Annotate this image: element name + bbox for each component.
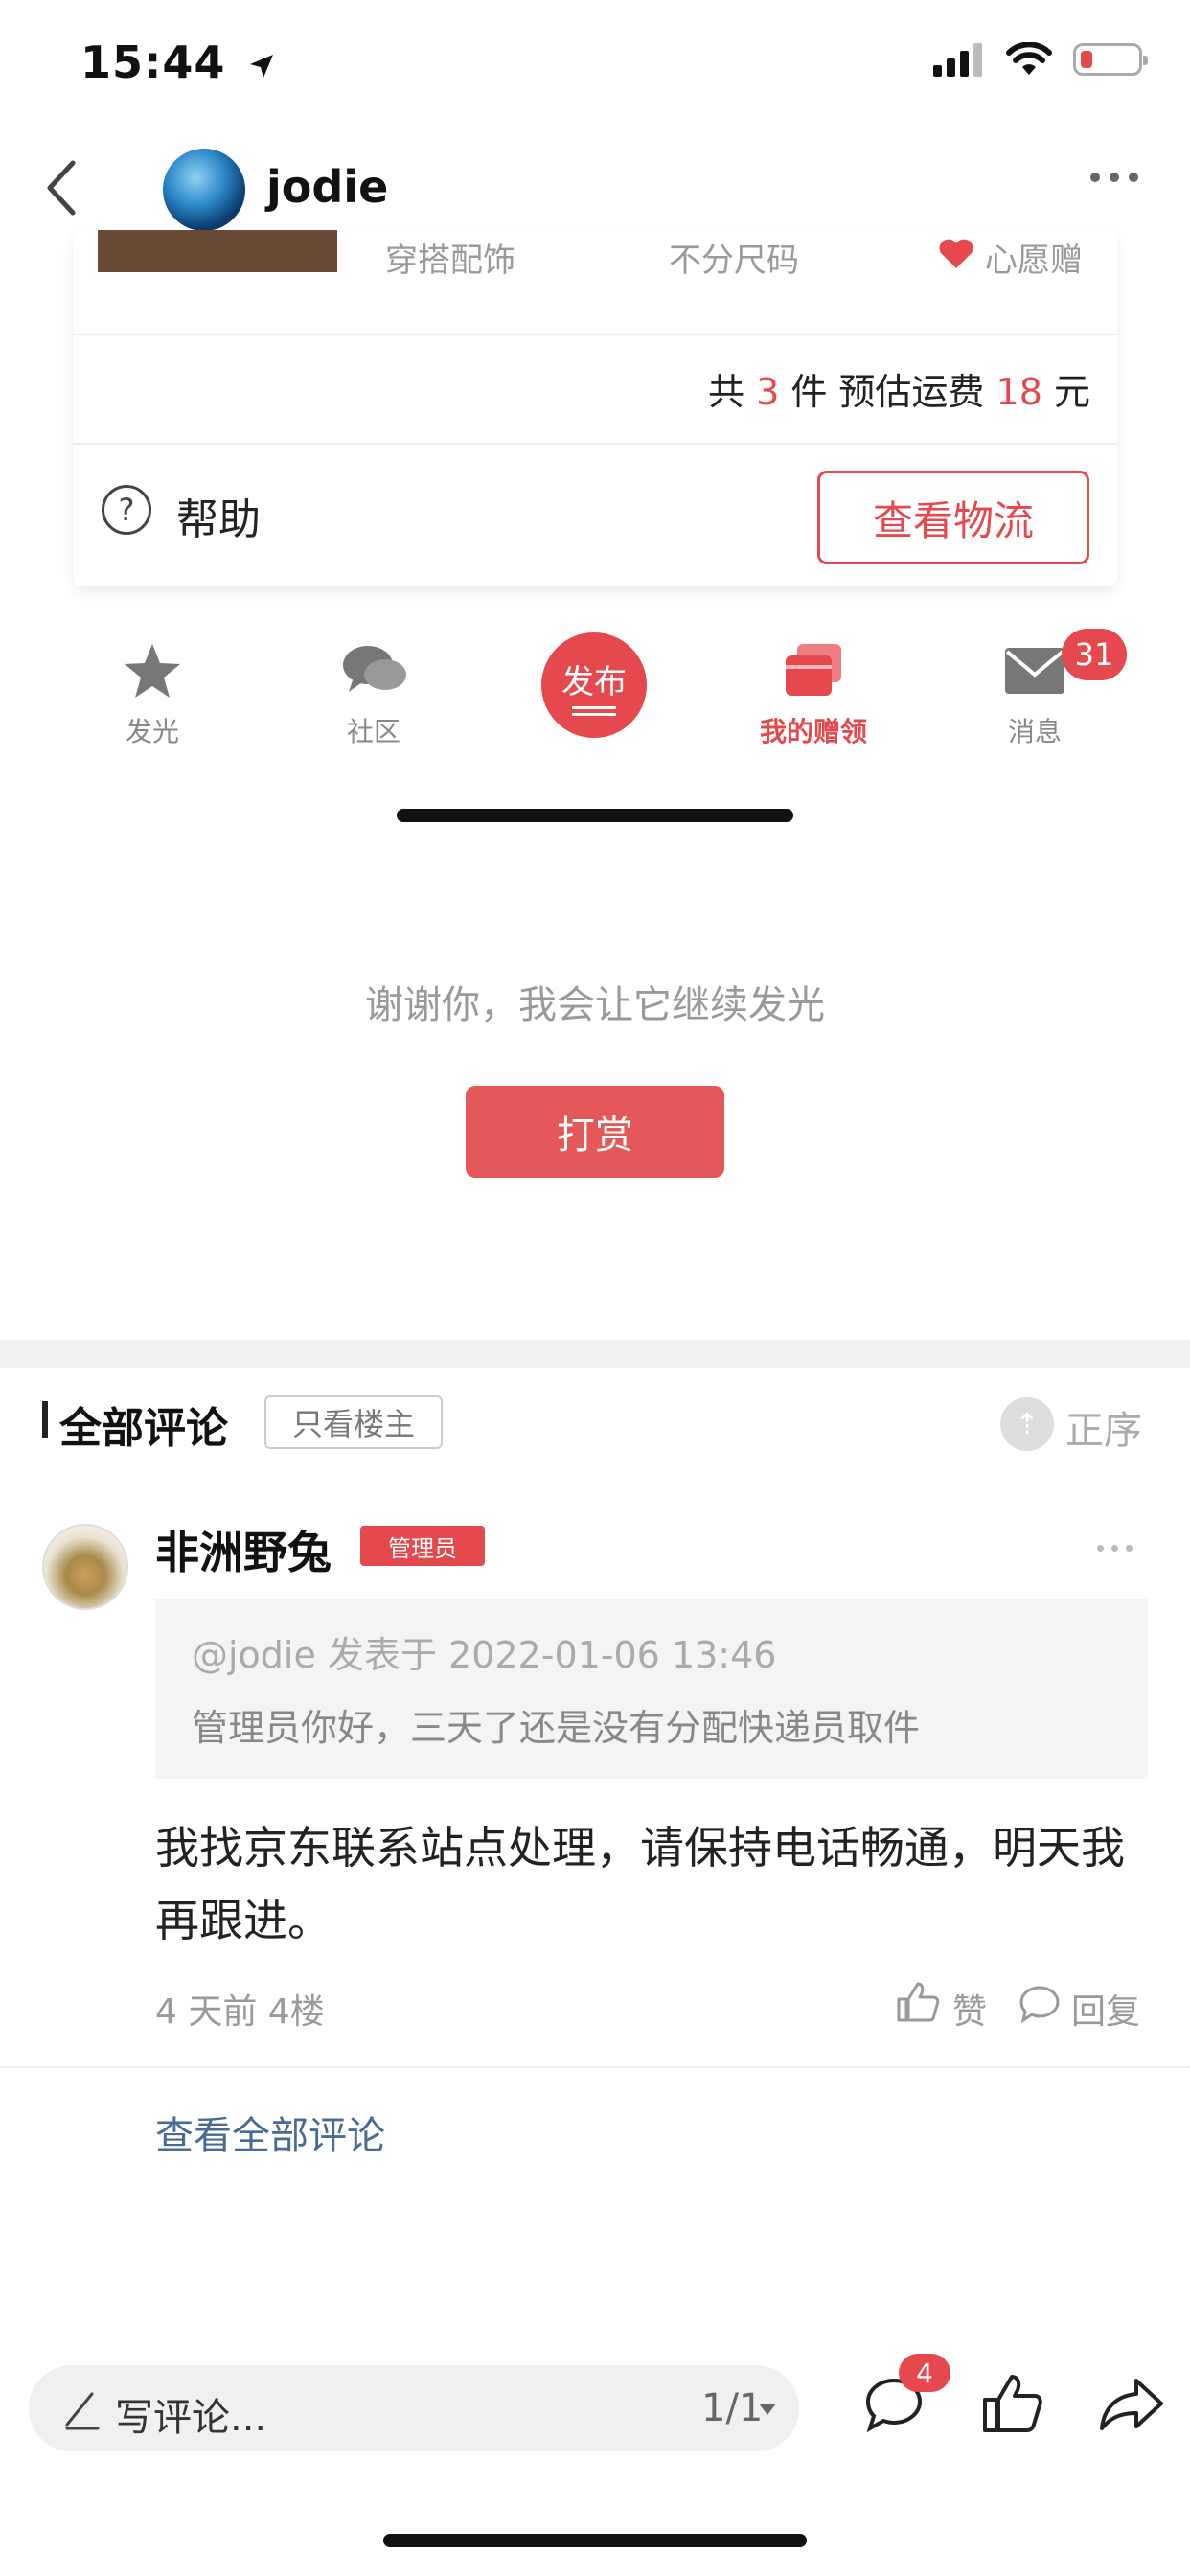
gift-cards-icon: [786, 644, 841, 696]
product-size: 不分尺码: [669, 242, 799, 280]
status-time: 15:44: [80, 36, 276, 88]
home-indicator: [397, 809, 793, 822]
quote-meta: @jodie 发表于 2022-01-06 13:46: [192, 1634, 777, 1676]
caret-down-icon[interactable]: [759, 2404, 776, 2415]
card-divider: [73, 443, 1117, 445]
heart-icon: [939, 239, 973, 268]
share-arrow-icon[interactable]: [1098, 2377, 1165, 2432]
comments-title: 全部评论: [59, 1404, 228, 1453]
comment-more-icon[interactable]: [1097, 1545, 1133, 1552]
shipping-fee: 18: [995, 371, 1042, 413]
sort-icon[interactable]: ⇡: [1000, 1397, 1054, 1451]
battery-icon: [1073, 43, 1148, 76]
item-count: 3: [756, 371, 780, 413]
comment-time: 4 天前 4楼: [155, 1992, 325, 2032]
product-thumbnail[interactable]: [98, 230, 337, 272]
tab-my-gifts[interactable]: 我的赠领: [742, 642, 885, 749]
home-indicator: [383, 2534, 807, 2547]
help-label[interactable]: 帮助: [176, 485, 261, 546]
card-divider: [73, 334, 1117, 335]
status-icons: [933, 42, 1148, 77]
tab-community[interactable]: 社区: [302, 642, 446, 749]
tab-glow[interactable]: 发光: [80, 642, 224, 749]
product-tag: 心愿赠: [985, 242, 1083, 280]
thanks-text: 谢谢你，我会让它继续发光: [365, 983, 825, 1027]
reply-bubble-icon[interactable]: [1018, 1984, 1062, 2024]
tip-button[interactable]: 打赏: [466, 1086, 724, 1178]
thumbs-up-icon[interactable]: [895, 1980, 941, 2024]
help-icon[interactable]: ?: [102, 485, 151, 535]
pen-icon: [65, 2392, 100, 2430]
page-title: jodie: [266, 161, 389, 213]
list-divider: [0, 2066, 1190, 2068]
order-summary: 共 3 件 预估运费 18 元: [707, 371, 1090, 413]
only-op-button[interactable]: 只看楼主: [264, 1395, 443, 1449]
header-avatar[interactable]: [163, 149, 245, 231]
more-options-icon[interactable]: [1090, 172, 1138, 182]
sort-label[interactable]: 正序: [1065, 1399, 1142, 1455]
view-all-comments-link[interactable]: 查看全部评论: [155, 2104, 385, 2160]
page-indicator[interactable]: 1/1: [701, 2386, 763, 2430]
comment-count-badge: 4: [899, 2354, 950, 2392]
chat-bubbles-icon: [343, 646, 406, 692]
publish-icon: [572, 705, 616, 709]
quote-text: 管理员你好，三天了还是没有分配快递员取件: [192, 1707, 921, 1749]
section-marker: [42, 1401, 48, 1438]
back-chevron-icon[interactable]: [42, 159, 80, 217]
tab-publish[interactable]: 发布: [541, 632, 647, 738]
comment-avatar[interactable]: [42, 1524, 128, 1610]
view-logistics-button[interactable]: 查看物流: [817, 471, 1089, 564]
star-icon: [125, 644, 180, 698]
wifi-icon: [1006, 42, 1052, 75]
section-divider: [0, 1340, 1190, 1368]
mail-icon: [1005, 648, 1064, 694]
product-category: 穿搭配饰: [385, 242, 515, 280]
signal-icon: [933, 43, 982, 77]
comment-input-placeholder[interactable]: 写评论...: [115, 2386, 266, 2442]
admin-badge: 管理员: [360, 1526, 485, 1566]
comment-author[interactable]: 非洲野兔: [155, 1518, 332, 1581]
reply-label[interactable]: 回复: [1071, 1984, 1140, 2034]
like-label[interactable]: 赞: [952, 1984, 987, 2034]
messages-badge: 31: [1062, 629, 1127, 680]
thumbs-up-icon[interactable]: [981, 2373, 1044, 2434]
location-arrow-icon: [250, 54, 274, 78]
comment-body: 我找京东联系站点处理，请保持电话畅通，明天我再跟进。: [155, 1822, 1125, 1946]
